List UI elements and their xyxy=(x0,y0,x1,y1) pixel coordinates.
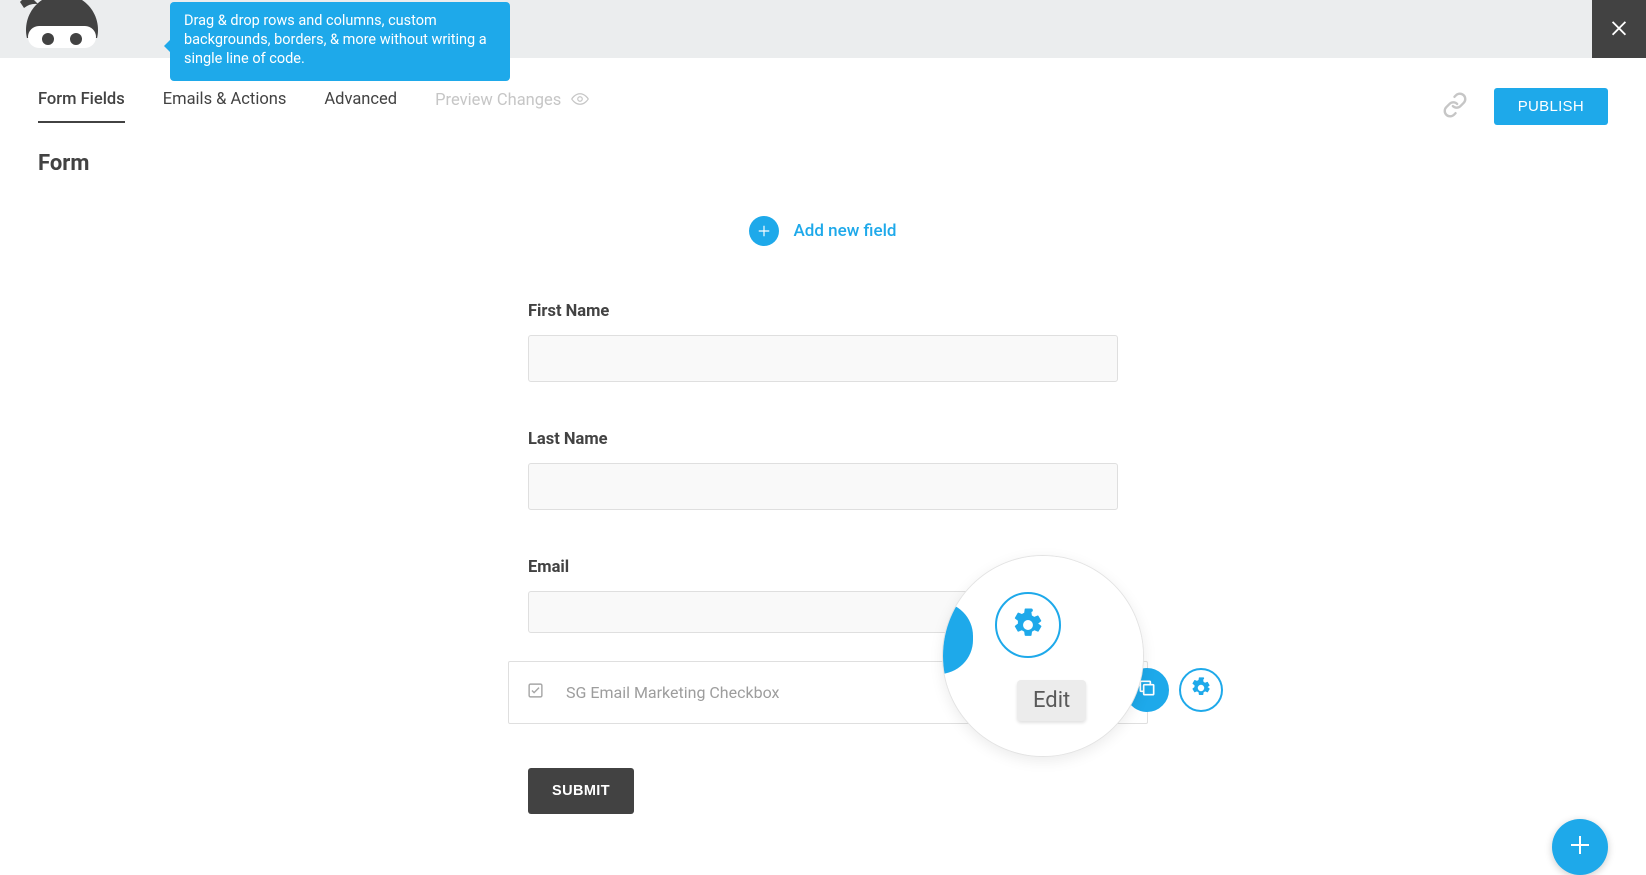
tab-form-fields[interactable]: Form Fields xyxy=(38,90,125,123)
tab-emails-actions[interactable]: Emails & Actions xyxy=(163,90,287,123)
eye-icon xyxy=(571,91,589,110)
field-first-name[interactable]: First Name xyxy=(528,302,1118,382)
close-button[interactable] xyxy=(1592,0,1646,58)
field-last-name[interactable]: Last Name xyxy=(528,430,1118,510)
form-canvas: First Name Last Name Email SG Email Mark… xyxy=(528,302,1118,814)
tab-preview-changes[interactable]: Preview Changes xyxy=(435,90,589,123)
link-icon xyxy=(1442,92,1468,122)
field-email[interactable]: Email xyxy=(528,558,1118,633)
first-name-input[interactable] xyxy=(528,335,1118,382)
page-title: Form xyxy=(0,125,1646,176)
email-label: Email xyxy=(528,558,1118,577)
duplicate-field-button[interactable] xyxy=(1125,668,1169,712)
add-new-field[interactable]: Add new field xyxy=(0,216,1646,246)
last-name-label: Last Name xyxy=(528,430,1118,449)
permalink-button[interactable] xyxy=(1442,92,1468,122)
submit-button[interactable]: SUBMIT xyxy=(528,768,634,814)
fab-add-button[interactable] xyxy=(1552,819,1608,875)
checkbox-icon xyxy=(527,682,544,703)
tabs-row: Form Fields Emails & Actions Advanced Pr… xyxy=(0,58,1646,125)
ninja-logo xyxy=(0,0,100,58)
copy-icon xyxy=(1137,678,1157,702)
plus-circle-icon xyxy=(749,216,779,246)
tabs-right: PUBLISH xyxy=(1442,88,1608,125)
field-row-actions xyxy=(1125,668,1223,712)
plus-icon xyxy=(1568,833,1592,861)
top-bar: Drag & drop rows and columns, custom bac… xyxy=(0,0,1646,58)
field-checkbox-row[interactable]: SG Email Marketing Checkbox xyxy=(508,661,1148,724)
tab-preview-label: Preview Changes xyxy=(435,91,561,110)
add-new-field-label: Add new field xyxy=(793,221,896,241)
tab-advanced[interactable]: Advanced xyxy=(324,90,397,123)
edit-field-button[interactable] xyxy=(1179,668,1223,712)
last-name-input[interactable] xyxy=(528,463,1118,510)
tabs: Form Fields Emails & Actions Advanced Pr… xyxy=(38,90,589,123)
close-icon xyxy=(1608,16,1630,42)
first-name-label: First Name xyxy=(528,302,1118,321)
email-input[interactable] xyxy=(528,591,1118,633)
gear-icon xyxy=(1190,677,1212,703)
checkbox-field-label: SG Email Marketing Checkbox xyxy=(566,683,779,702)
publish-button[interactable]: PUBLISH xyxy=(1494,88,1608,125)
